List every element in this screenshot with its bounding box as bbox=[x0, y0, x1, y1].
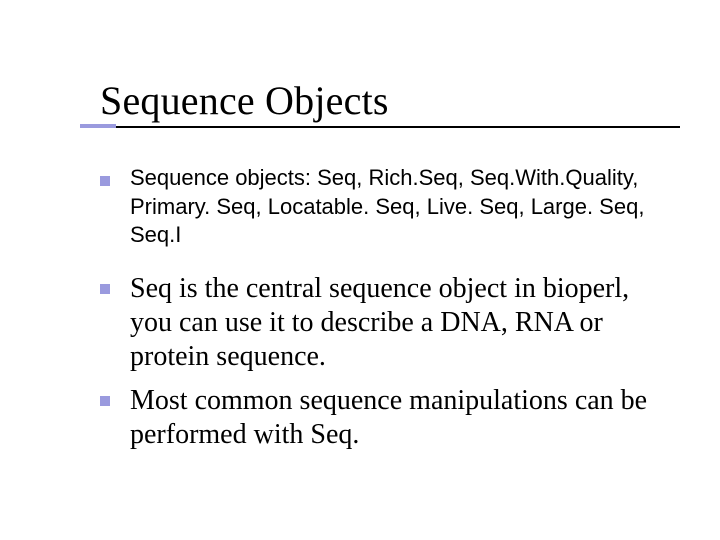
slide: Sequence Objects Sequence objects: Seq, … bbox=[0, 0, 720, 540]
square-bullet-icon bbox=[100, 396, 110, 406]
list-item: Seq is the central sequence object in bi… bbox=[100, 272, 650, 374]
bullet-list: Sequence objects: Seq, Rich.Seq, Seq.Wit… bbox=[100, 164, 660, 453]
square-bullet-icon bbox=[100, 176, 110, 186]
bullet-text: Most common sequence manipulations can b… bbox=[130, 384, 650, 452]
bullet-text: Seq is the central sequence object in bi… bbox=[130, 272, 650, 374]
bullet-text: Sequence objects: Seq, Rich.Seq, Seq.Wit… bbox=[130, 164, 650, 250]
list-item: Sequence objects: Seq, Rich.Seq, Seq.Wit… bbox=[100, 164, 650, 250]
title-accent-bar bbox=[80, 124, 116, 128]
slide-title: Sequence Objects bbox=[100, 80, 660, 122]
title-underline bbox=[116, 126, 680, 128]
list-item: Most common sequence manipulations can b… bbox=[100, 384, 650, 452]
title-row: Sequence Objects bbox=[100, 80, 660, 122]
square-bullet-icon bbox=[100, 284, 110, 294]
